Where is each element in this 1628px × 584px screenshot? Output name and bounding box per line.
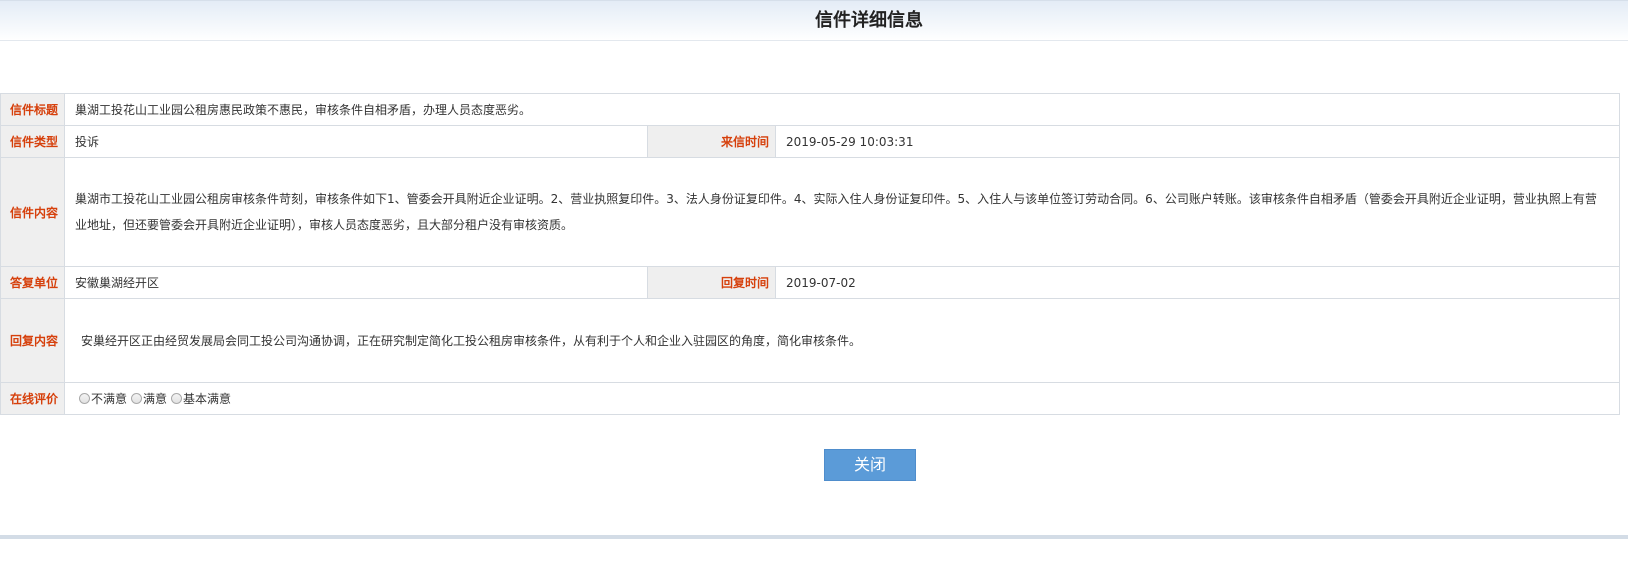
- reply-date-value: 2019-07-02: [775, 266, 1620, 299]
- rating-option-basically-satisfied[interactable]: 基本满意: [171, 390, 231, 407]
- rating-option-satisfied[interactable]: 满意: [131, 390, 167, 407]
- reply-label: 回复内容: [0, 298, 65, 383]
- row-rating: 在线评价 不满意 满意 基本满意: [0, 382, 1620, 415]
- title-label: 信件标题: [0, 93, 65, 126]
- title-value: 巢湖工投花山工业园公租房惠民政策不惠民，审核条件自相矛盾，办理人员态度恶劣。: [64, 93, 1620, 126]
- row-unit-reply-date: 答复单位 安徽巢湖经开区 回复时间 2019-07-02: [0, 266, 1620, 299]
- bottom-divider: [0, 535, 1628, 539]
- reply-date-label: 回复时间: [647, 266, 776, 299]
- radio-button-icon[interactable]: [79, 393, 90, 404]
- row-reply: 回复内容 安巢经开区正由经贸发展局会同工投公司沟通协调，正在研究制定简化工投公租…: [0, 298, 1620, 383]
- letter-detail-page: 信件详细信息 信件标题 巢湖工投花山工业园公租房惠民政策不惠民，审核条件自相矛盾…: [0, 0, 1628, 584]
- date-value: 2019-05-29 10:03:31: [775, 125, 1620, 158]
- content-cell: 巢湖市工投花山工业园公租房审核条件苛刻，审核条件如下1、管委会开具附近企业证明。…: [64, 157, 1620, 267]
- row-type-date: 信件类型 投诉 来信时间 2019-05-29 10:03:31: [0, 125, 1620, 158]
- rating-option-label: 基本满意: [183, 392, 232, 406]
- rating-label: 在线评价: [0, 382, 65, 415]
- type-value: 投诉: [64, 125, 648, 158]
- rating-option-dissatisfied[interactable]: 不满意: [79, 390, 127, 407]
- reply-cell: 安巢经开区正由经贸发展局会同工投公司沟通协调，正在研究制定简化工投公租房审核条件…: [64, 298, 1620, 383]
- unit-value: 安徽巢湖经开区: [64, 266, 648, 299]
- unit-label: 答复单位: [0, 266, 65, 299]
- reply-value: 安巢经开区正由经贸发展局会同工投公司沟通协调，正在研究制定简化工投公租房审核条件…: [81, 333, 862, 348]
- date-label: 来信时间: [647, 125, 776, 158]
- rating-option-label: 满意: [143, 392, 168, 406]
- radio-button-icon[interactable]: [171, 393, 183, 404]
- row-content: 信件内容 巢湖市工投花山工业园公租房审核条件苛刻，审核条件如下1、管委会开具附近…: [0, 157, 1620, 267]
- rating-option-label: 不满意: [91, 392, 128, 406]
- title-bar: 信件详细信息: [0, 0, 1628, 41]
- letter-detail-table: 信件标题 巢湖工投花山工业园公租房惠民政策不惠民，审核条件自相矛盾，办理人员态度…: [0, 93, 1620, 415]
- content-value: 巢湖市工投花山工业园公租房审核条件苛刻，审核条件如下1、管委会开具附近企业证明。…: [75, 192, 1597, 232]
- type-label: 信件类型: [0, 125, 65, 158]
- page-title: 信件详细信息: [815, 10, 923, 31]
- rating-options: 不满意 满意 基本满意: [65, 390, 1619, 407]
- close-button[interactable]: 关闭: [824, 449, 916, 481]
- radio-button-icon[interactable]: [131, 393, 143, 404]
- rating-cell: 不满意 满意 基本满意: [64, 382, 1620, 415]
- row-title: 信件标题 巢湖工投花山工业园公租房惠民政策不惠民，审核条件自相矛盾，办理人员态度…: [0, 93, 1620, 126]
- content-label: 信件内容: [0, 157, 65, 267]
